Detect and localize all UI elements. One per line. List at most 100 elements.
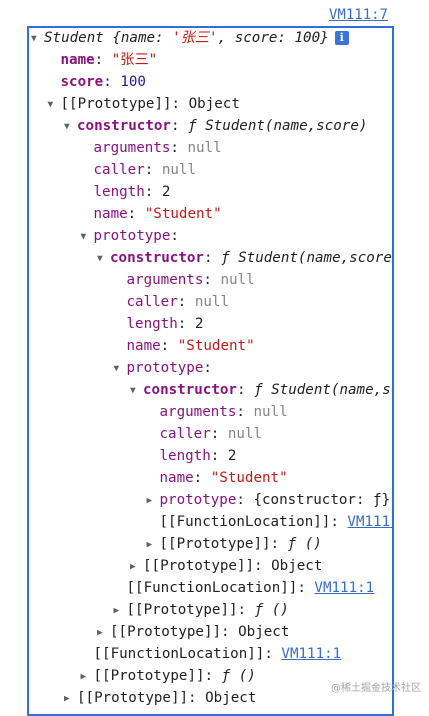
- tree-text: [[FunctionLocation]]:: [159, 514, 348, 530]
- property-key: score: [60, 74, 104, 90]
- property-key: prototype: [93, 228, 171, 244]
- tree-row[interactable]: ▶ prototype: {constructor: ƒ}: [147, 489, 391, 511]
- tree-row: length: 2: [81, 181, 171, 203]
- tree-text: :: [103, 74, 121, 90]
- tree-text: :: [170, 228, 179, 244]
- tree-text: :: [170, 118, 189, 134]
- property-value: "Student": [210, 470, 288, 486]
- tree-text: ƒ Student(name,score): [188, 118, 368, 134]
- expand-triangle-icon[interactable]: ▼: [81, 226, 94, 248]
- tree-row[interactable]: ▼ prototype:: [81, 225, 179, 247]
- tree-row: arguments: null: [81, 137, 222, 159]
- tree-row[interactable]: ▼constructor: ƒ Student(name,score): [97, 247, 394, 270]
- tree-text: ƒ (): [221, 668, 256, 684]
- tree-row[interactable]: ▼ prototype:: [114, 357, 212, 379]
- tree-text: :: [127, 206, 145, 222]
- tree-text: :: [277, 30, 295, 46]
- tree-text: [[FunctionLocation]]:: [126, 580, 315, 596]
- expand-triangle-icon[interactable]: ▼: [48, 94, 61, 116]
- property-key: length: [93, 184, 145, 200]
- property-key: arguments: [126, 272, 204, 288]
- tree-text: :: [210, 448, 228, 464]
- collapse-triangle-icon[interactable]: ▶: [64, 688, 77, 710]
- tree-row[interactable]: ▶ [[Prototype]]: ƒ (): [147, 533, 322, 555]
- tree-text: ,: [217, 30, 235, 46]
- tree-text: : {constructor: ƒ}: [236, 492, 391, 508]
- tree-text: [[Prototype]]:: [93, 668, 222, 684]
- tree-text: :: [94, 52, 112, 68]
- property-key: arguments: [93, 140, 171, 156]
- tree-row[interactable]: ▶ [[Prototype]]: Object: [64, 687, 256, 709]
- tree-text: 2: [227, 448, 237, 464]
- tree-row[interactable]: ▼constructor: ƒ Student(name,score): [64, 115, 367, 137]
- tree-text: }: [320, 30, 329, 46]
- tree-row: [[FunctionLocation]]: VM111:1: [114, 577, 375, 599]
- tree-text: :: [170, 140, 188, 156]
- tree-row[interactable]: ▶ [[Prototype]]: Object: [130, 555, 322, 577]
- tree-row[interactable]: ▼ [[Prototype]]: Object: [48, 93, 240, 115]
- source-location-link[interactable]: VM111:7: [329, 7, 388, 23]
- expand-triangle-icon[interactable]: ▼: [31, 28, 44, 50]
- tree-text: :: [210, 426, 228, 442]
- collapse-triangle-icon[interactable]: ▶: [97, 622, 110, 644]
- tree-row: caller: null: [81, 159, 197, 181]
- property-value: "Student": [144, 206, 222, 222]
- tree-row: name: "张三": [48, 49, 158, 71]
- function-location-link[interactable]: VM111:1: [314, 580, 374, 596]
- object-tree: ▼ Student {name: '张三', score: 100} i name: …: [29, 28, 392, 714]
- tree-text: 2: [194, 316, 204, 332]
- expand-triangle-icon[interactable]: ▼: [97, 248, 110, 270]
- collapse-triangle-icon[interactable]: ▶: [81, 666, 94, 688]
- expand-triangle-icon[interactable]: ▼: [130, 380, 143, 402]
- property-key: constructor: [77, 118, 171, 134]
- tree-row[interactable]: ▼constructor: ƒ Student(name,score): [130, 379, 392, 402]
- tree-text: [[Prototype]]:: [126, 602, 255, 618]
- tree-text: score: [234, 30, 278, 46]
- tree-text: :: [177, 294, 195, 310]
- tree-text: 2: [161, 184, 171, 200]
- function-location-link[interactable]: VM111:1: [347, 514, 392, 530]
- tree-text: ƒ Student(name,score): [254, 382, 392, 398]
- tree-row: length: 2: [114, 313, 204, 335]
- tree-text: [[FunctionLocation]]:: [93, 646, 282, 662]
- property-value: null: [187, 140, 222, 156]
- tree-text: :: [203, 250, 222, 266]
- function-location-link[interactable]: VM111:1: [281, 646, 341, 662]
- property-key: caller: [159, 426, 211, 442]
- collapse-triangle-icon[interactable]: ▶: [147, 534, 160, 556]
- property-value: "张三": [111, 52, 158, 68]
- property-key: name: [159, 470, 194, 486]
- tree-text: ƒ Student(name,score): [221, 250, 394, 266]
- expand-triangle-icon[interactable]: ▼: [114, 358, 127, 380]
- tree-row: arguments: null: [114, 269, 255, 291]
- tree-row: name: "Student": [81, 203, 222, 225]
- watermark: @稀土掘金技术社区: [331, 683, 421, 694]
- tree-text: :: [236, 382, 255, 398]
- tree-row: length: 2: [147, 445, 237, 467]
- tree-text: :: [155, 30, 173, 46]
- collapse-triangle-icon[interactable]: ▶: [147, 490, 160, 512]
- tree-row[interactable]: ▶ [[Prototype]]: Object: [97, 621, 289, 643]
- tree-text: [[Prototype]]: Object: [143, 558, 323, 574]
- property-value: null: [194, 294, 230, 310]
- expand-triangle-icon[interactable]: ▼: [64, 116, 77, 138]
- property-value: null: [227, 426, 263, 442]
- info-icon[interactable]: i: [334, 31, 349, 45]
- property-key: caller: [126, 294, 178, 310]
- tree-row[interactable]: ▶ [[Prototype]]: ƒ (): [114, 599, 289, 621]
- tree-row[interactable]: ▶ [[Prototype]]: ƒ (): [81, 665, 256, 687]
- property-key: constructor: [143, 382, 237, 398]
- tree-text: :: [203, 272, 221, 288]
- property-key: name: [93, 206, 128, 222]
- collapse-triangle-icon[interactable]: ▶: [130, 556, 143, 578]
- property-key: constructor: [110, 250, 204, 266]
- tree-text: :: [144, 162, 162, 178]
- collapse-triangle-icon[interactable]: ▶: [114, 600, 127, 622]
- property-key: name: [60, 52, 95, 68]
- tree-row[interactable]: ▼ Student {name: '张三', score: 100} i: [31, 28, 349, 50]
- tree-text: [[Prototype]]: Object: [60, 96, 240, 112]
- property-value: null: [161, 162, 197, 178]
- property-value: "Student": [177, 338, 255, 354]
- tree-row: caller: null: [147, 423, 263, 445]
- property-key: caller: [93, 162, 145, 178]
